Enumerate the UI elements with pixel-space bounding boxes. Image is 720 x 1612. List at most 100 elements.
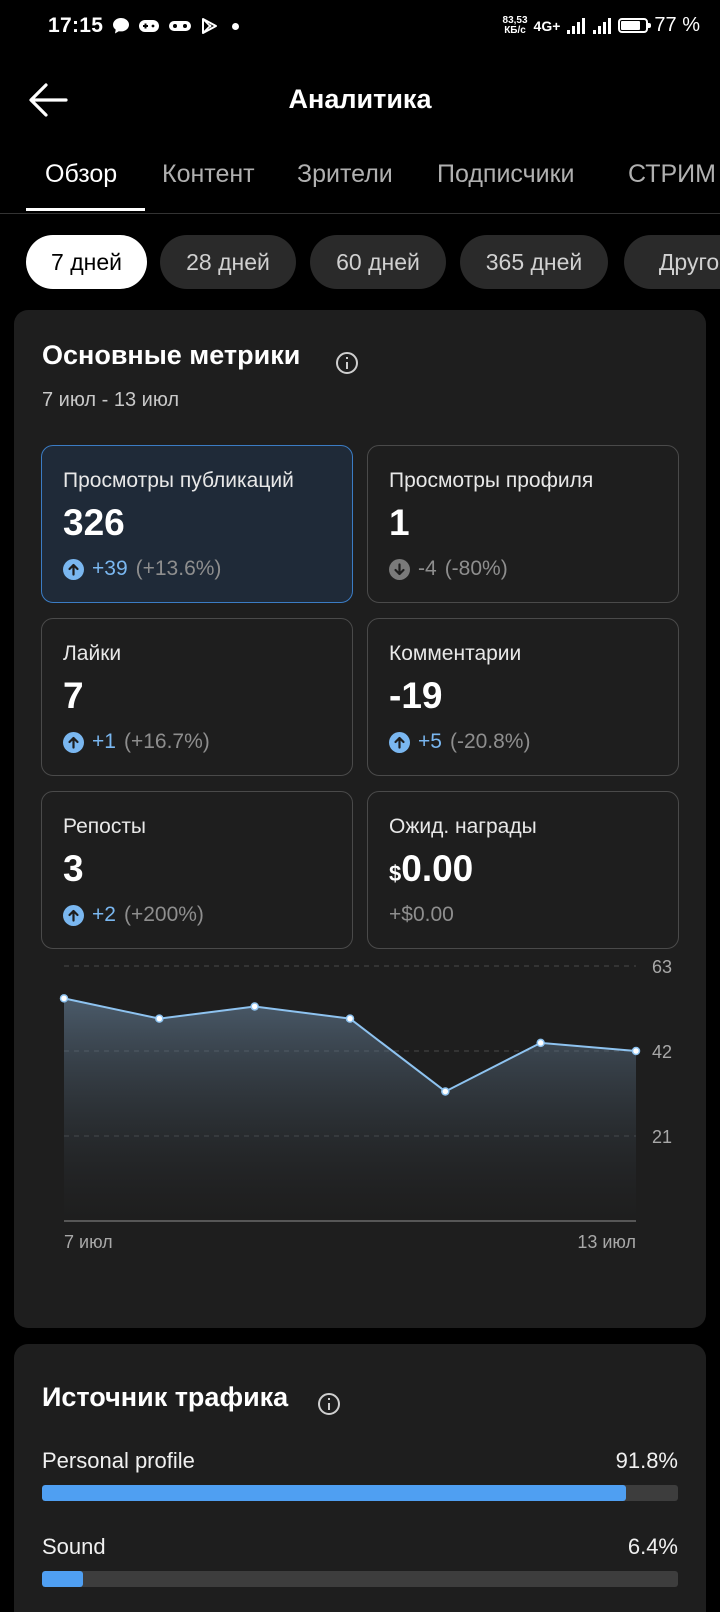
source-percent: 91.8% xyxy=(615,1448,678,1473)
app-header: Аналитика xyxy=(0,70,720,130)
metric-likes[interactable]: Лайки 7 +1 (+16.7%) xyxy=(41,618,353,776)
metric-post-views[interactable]: Просмотры публикаций 326 +39 (+13.6%) xyxy=(41,445,353,603)
tab-bar: Обзор Контент Зрители Подписчики СТРИМ xyxy=(0,150,720,214)
metric-reposts[interactable]: Репосты 3 +2 (+200%) xyxy=(41,791,353,949)
metric-value: 326 xyxy=(63,502,125,543)
chart-data-point xyxy=(250,1002,259,1011)
metric-label: Ожид. награды xyxy=(389,815,537,838)
x-tick-label: 7 июл xyxy=(64,1232,113,1252)
metric-delta: +2 xyxy=(92,903,116,926)
metric-value: $0.00 xyxy=(389,848,473,890)
play-store-icon xyxy=(202,18,217,34)
currency-symbol: $ xyxy=(389,861,402,886)
traffic-source-card: Источник трафика Personal profile 91.8% … xyxy=(14,1344,706,1612)
metric-delta: -4 xyxy=(418,557,437,580)
chart-data-point xyxy=(441,1087,450,1096)
tab-viewers[interactable]: Зрители xyxy=(297,160,393,189)
period-60-days[interactable]: 60 дней xyxy=(310,235,446,289)
key-metrics-card: Основные метрики 7 июл - 13 июл Просмотр… xyxy=(14,310,706,1328)
arrow-up-icon xyxy=(63,558,84,580)
y-tick-label: 42 xyxy=(652,1042,672,1062)
metric-change: +1 (+16.7%) xyxy=(63,730,210,754)
net-speed: 83,53 КБ/с xyxy=(502,14,528,36)
status-bar: 17:15 83,53 КБ/с 4G+ 77 % xyxy=(0,0,720,56)
signal-icon xyxy=(567,17,586,34)
metric-change: +2 (+200%) xyxy=(63,903,204,927)
period-7-days[interactable]: 7 дней xyxy=(26,235,147,289)
chart-data-point xyxy=(536,1038,545,1048)
metric-label: Просмотры публикаций xyxy=(63,469,294,492)
controller-icon xyxy=(169,21,191,31)
metric-change: +5 (-20.8%) xyxy=(389,730,530,754)
tab-content[interactable]: Контент xyxy=(162,160,255,189)
gamepad-icon xyxy=(139,20,159,32)
net-speed-value: 83,53 xyxy=(502,14,528,26)
source-name: Personal profile xyxy=(42,1448,195,1473)
period-selector: 7 дней 28 дней 60 дней 365 дней Друго xyxy=(26,235,720,289)
tab-live[interactable]: СТРИМ xyxy=(628,160,716,189)
more-notifications-dot xyxy=(232,22,239,30)
y-tick-label: 21 xyxy=(652,1127,672,1147)
metric-label: Просмотры профиля xyxy=(389,469,594,492)
trend-chart: 21 42 63 7 июл 13 июл xyxy=(59,957,672,1252)
arrow-up-icon xyxy=(63,731,84,753)
network-type: 4G+ xyxy=(533,17,561,34)
metric-delta: +39 xyxy=(92,557,128,580)
traffic-source-title: Источник трафика xyxy=(42,1382,289,1412)
metric-estimated-rewards[interactable]: Ожид. награды $0.00 +$0.00 xyxy=(367,791,679,949)
status-right: 83,53 КБ/с 4G+ 77 % xyxy=(503,14,700,37)
source-name: Sound xyxy=(42,1534,106,1559)
page-title: Аналитика xyxy=(288,84,432,114)
metric-value: -19 xyxy=(389,675,443,716)
source-percent: 6.4% xyxy=(627,1534,678,1559)
metric-percent: (+16.7%) xyxy=(123,730,210,753)
metric-change: -4 (-80%) xyxy=(389,557,508,581)
source-bar xyxy=(42,1485,678,1501)
arrow-up-icon xyxy=(389,731,410,753)
info-icon[interactable] xyxy=(336,352,358,374)
metric-delta: +5 xyxy=(418,730,442,753)
tab-followers[interactable]: Подписчики xyxy=(437,160,575,189)
net-speed-unit: КБ/с xyxy=(504,24,526,36)
source-bar-fill xyxy=(42,1485,626,1501)
date-range: 7 июл - 13 июл xyxy=(42,389,180,411)
period-custom[interactable]: Друго xyxy=(624,235,720,289)
period-365-days[interactable]: 365 дней xyxy=(460,235,608,289)
metric-profile-views[interactable]: Просмотры профиля 1 -4 (-80%) xyxy=(367,445,679,603)
battery-level: 77 % xyxy=(654,14,700,36)
metric-percent: (+13.6%) xyxy=(135,557,222,580)
metric-comments[interactable]: Комментарии -19 +5 (-20.8%) xyxy=(367,618,679,776)
arrow-down-icon xyxy=(389,558,410,580)
metric-change: +$0.00 xyxy=(389,903,454,927)
source-bar-fill xyxy=(42,1571,83,1587)
metric-label: Репосты xyxy=(63,815,147,838)
x-tick-label: 13 июл xyxy=(577,1232,636,1252)
metric-delta: +1 xyxy=(92,730,116,753)
metric-value: 1 xyxy=(389,502,410,543)
info-icon[interactable] xyxy=(318,1393,340,1415)
chart-area-fill xyxy=(64,998,636,1221)
metric-percent: (+200%) xyxy=(123,903,204,926)
metric-change: +39 (+13.6%) xyxy=(63,557,221,581)
chat-icon xyxy=(113,18,129,34)
metric-percent: (-80%) xyxy=(444,557,508,580)
tab-overview[interactable]: Обзор xyxy=(45,160,117,189)
y-tick-label: 63 xyxy=(652,957,672,977)
active-tab-indicator xyxy=(26,208,145,211)
status-time: 17:15 xyxy=(48,14,104,37)
chart-data-point xyxy=(631,1046,641,1056)
metric-label: Лайки xyxy=(63,642,122,665)
metric-label: Комментарии xyxy=(389,642,522,665)
arrow-up-icon xyxy=(63,904,84,926)
key-metrics-title: Основные метрики xyxy=(42,340,301,370)
signal-icon-2 xyxy=(593,17,612,34)
metric-value: 3 xyxy=(63,848,84,889)
metric-percent: (-20.8%) xyxy=(449,730,531,753)
period-28-days[interactable]: 28 дней xyxy=(160,235,296,289)
metric-delta: +$0.00 xyxy=(389,903,454,926)
reward-amount: 0.00 xyxy=(401,848,474,889)
source-bar xyxy=(42,1571,678,1587)
notification-icons xyxy=(112,17,239,35)
battery-icon xyxy=(618,18,652,33)
chart-data-point xyxy=(59,994,69,1003)
